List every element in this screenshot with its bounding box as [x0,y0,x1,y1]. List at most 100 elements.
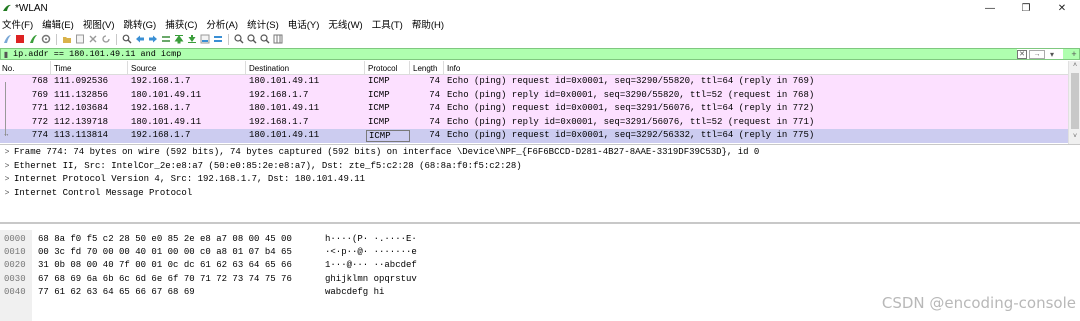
hex-bytes[interactable]: 00 3c fd 70 00 00 40 01 00 00 c0 a8 01 0… [38,246,292,259]
packet-info: Echo (ping) request id=0x0001, seq=3292/… [447,130,815,141]
scroll-down-icon[interactable]: ˅ [1069,133,1080,143]
column-header-length[interactable]: Length [413,64,437,73]
hex-bytes[interactable]: 77 61 62 63 64 65 66 67 68 69 [38,286,195,299]
packet-list-scrollbar[interactable]: ˄ ˅ [1068,61,1080,144]
column-header-no[interactable]: No. [2,64,14,73]
menu-wireless[interactable]: 无线(W) [328,17,362,31]
expand-chevron-icon[interactable]: > [0,160,14,174]
hex-bytes[interactable]: 67 68 69 6a 6b 6c 6d 6e 6f 70 71 72 73 7… [38,273,292,286]
hex-bytes[interactable]: 31 0b 08 00 40 7f 00 01 0c dc 61 62 63 6… [38,259,292,272]
column-divider[interactable] [50,61,51,75]
packet-source: 180.101.49.11 [131,89,202,100]
detail-text: Internet Control Message Protocol [14,187,193,198]
maximize-button[interactable]: ❐ [1008,0,1044,16]
display-filter-input[interactable]: ip.addr == 180.101.49.11 and icmp [11,49,1017,59]
menu-tools[interactable]: 工具(T) [372,17,403,31]
menu-go[interactable]: 跳转(G) [123,17,156,31]
detail-icmp[interactable]: > Internet Control Message Protocol [0,187,1080,201]
reload-file-icon[interactable] [101,34,111,44]
detail-ethernet[interactable]: > Ethernet II, Src: IntelCor_2e:e8:a7 (5… [0,160,1080,174]
add-filter-button-icon[interactable]: + [1069,49,1079,59]
packet-info: Echo (ping) request id=0x0001, seq=3290/… [447,76,815,86]
hex-ascii[interactable]: wabcdefg hi [325,286,384,299]
menu-view[interactable]: 视图(V) [83,17,115,31]
packet-row[interactable]: 772 112.139718 180.101.49.11 192.168.1.7… [0,115,1068,130]
menu-help[interactable]: 帮助(H) [412,17,444,31]
expand-chevron-icon[interactable]: > [0,187,14,201]
filter-bookmark-icon[interactable]: ▮ [1,49,11,59]
title-bar: *WLAN — ❐ ✕ [0,0,1080,16]
packet-row[interactable]: 769 111.132856 180.101.49.11 192.168.1.7… [0,88,1068,103]
window-title: *WLAN [15,2,48,14]
auto-scroll-icon[interactable] [200,34,210,44]
close-file-icon[interactable] [88,34,98,44]
packet-time: 111.132856 [54,89,109,100]
packet-row[interactable]: 768 111.092536 192.168.1.7 180.101.49.11… [0,75,1068,89]
hex-ascii[interactable]: 1···@··· ··abcdef [325,259,417,272]
minimize-button[interactable]: — [972,0,1008,16]
detail-ipv4[interactable]: > Internet Protocol Version 4, Src: 192.… [0,173,1080,187]
column-divider[interactable] [409,61,410,75]
detail-text: Internet Protocol Version 4, Src: 192.16… [14,174,366,185]
go-forward-icon[interactable] [148,34,158,44]
open-file-icon[interactable] [62,34,72,44]
hex-offset: 0020 [4,260,26,271]
scroll-up-icon[interactable]: ˄ [1069,62,1080,72]
save-file-icon[interactable] [75,34,85,44]
stop-capture-icon[interactable] [15,34,25,44]
hex-ascii[interactable]: h····(P· ·.····E· [325,233,417,246]
menu-file[interactable]: 文件(F) [2,17,33,31]
capture-options-icon[interactable] [41,34,51,44]
packet-source: 192.168.1.7 [131,130,191,141]
scrollbar-thumb[interactable] [1071,73,1079,129]
toolbar-separator [56,33,57,45]
column-header-source[interactable]: Source [131,64,156,73]
menu-statistics[interactable]: 统计(S) [247,17,279,31]
colorize-icon[interactable] [213,34,223,44]
column-header-info[interactable]: Info [447,64,460,73]
hex-ascii[interactable]: ·<·p··@· ·······e [325,246,417,259]
window-controls: — ❐ ✕ [972,0,1080,16]
display-filter-bar: ▮ ip.addr == 180.101.49.11 and icmp ✕ → … [0,48,1080,60]
packet-time: 113.113814 [54,130,109,141]
expand-chevron-icon[interactable]: > [0,146,14,160]
normal-size-icon[interactable] [260,34,270,44]
detail-text: Ethernet II, Src: IntelCor_2e:e8:a7 (50:… [14,160,522,171]
column-header-destination[interactable]: Destination [249,64,289,73]
first-packet-icon[interactable] [174,34,184,44]
zoom-in-icon[interactable] [234,34,244,44]
expand-chevron-icon[interactable]: > [0,173,14,187]
menu-capture[interactable]: 捕获(C) [165,17,197,31]
packet-row[interactable]: 771 112.103684 192.168.1.7 180.101.49.11… [0,102,1068,116]
menu-telephony[interactable]: 电话(Y) [288,17,320,31]
packet-destination: 192.168.1.7 [249,89,309,100]
packet-length: 74 [429,130,440,141]
column-header-time[interactable]: Time [54,64,71,73]
column-divider[interactable] [245,61,246,75]
apply-filter-icon[interactable]: → [1029,49,1045,59]
column-divider[interactable] [127,61,128,75]
packet-destination: 180.101.49.11 [249,130,320,141]
restart-capture-icon[interactable] [28,34,38,44]
packet-row-selected[interactable]: → 774 113.113814 192.168.1.7 180.101.49.… [0,129,1068,143]
column-header-protocol[interactable]: Protocol [368,64,397,73]
find-packet-icon[interactable] [122,34,132,44]
zoom-out-icon[interactable] [247,34,257,44]
menu-edit[interactable]: 编辑(E) [42,17,74,31]
last-packet-icon[interactable] [187,34,197,44]
clear-filter-icon[interactable]: ✕ [1017,49,1027,59]
go-to-packet-icon[interactable] [161,34,171,44]
menu-analyze[interactable]: 分析(A) [206,17,238,31]
close-button[interactable]: ✕ [1044,0,1080,16]
column-divider[interactable] [364,61,365,75]
start-capture-icon[interactable] [2,34,12,44]
packet-destination: 180.101.49.11 [249,103,320,114]
go-back-icon[interactable] [135,34,145,44]
hex-bytes[interactable]: 68 8a f0 f5 c2 28 50 e0 85 2e e8 a7 08 0… [38,233,292,246]
detail-frame[interactable]: > Frame 774: 74 bytes on wire (592 bits)… [0,146,1080,160]
main-toolbar [0,31,1080,47]
hex-ascii[interactable]: ghijklmn opqrstuv [325,273,417,286]
column-divider[interactable] [443,61,444,75]
filter-history-dropdown-icon[interactable]: ▾ [1047,50,1057,59]
resize-columns-icon[interactable] [273,34,283,44]
